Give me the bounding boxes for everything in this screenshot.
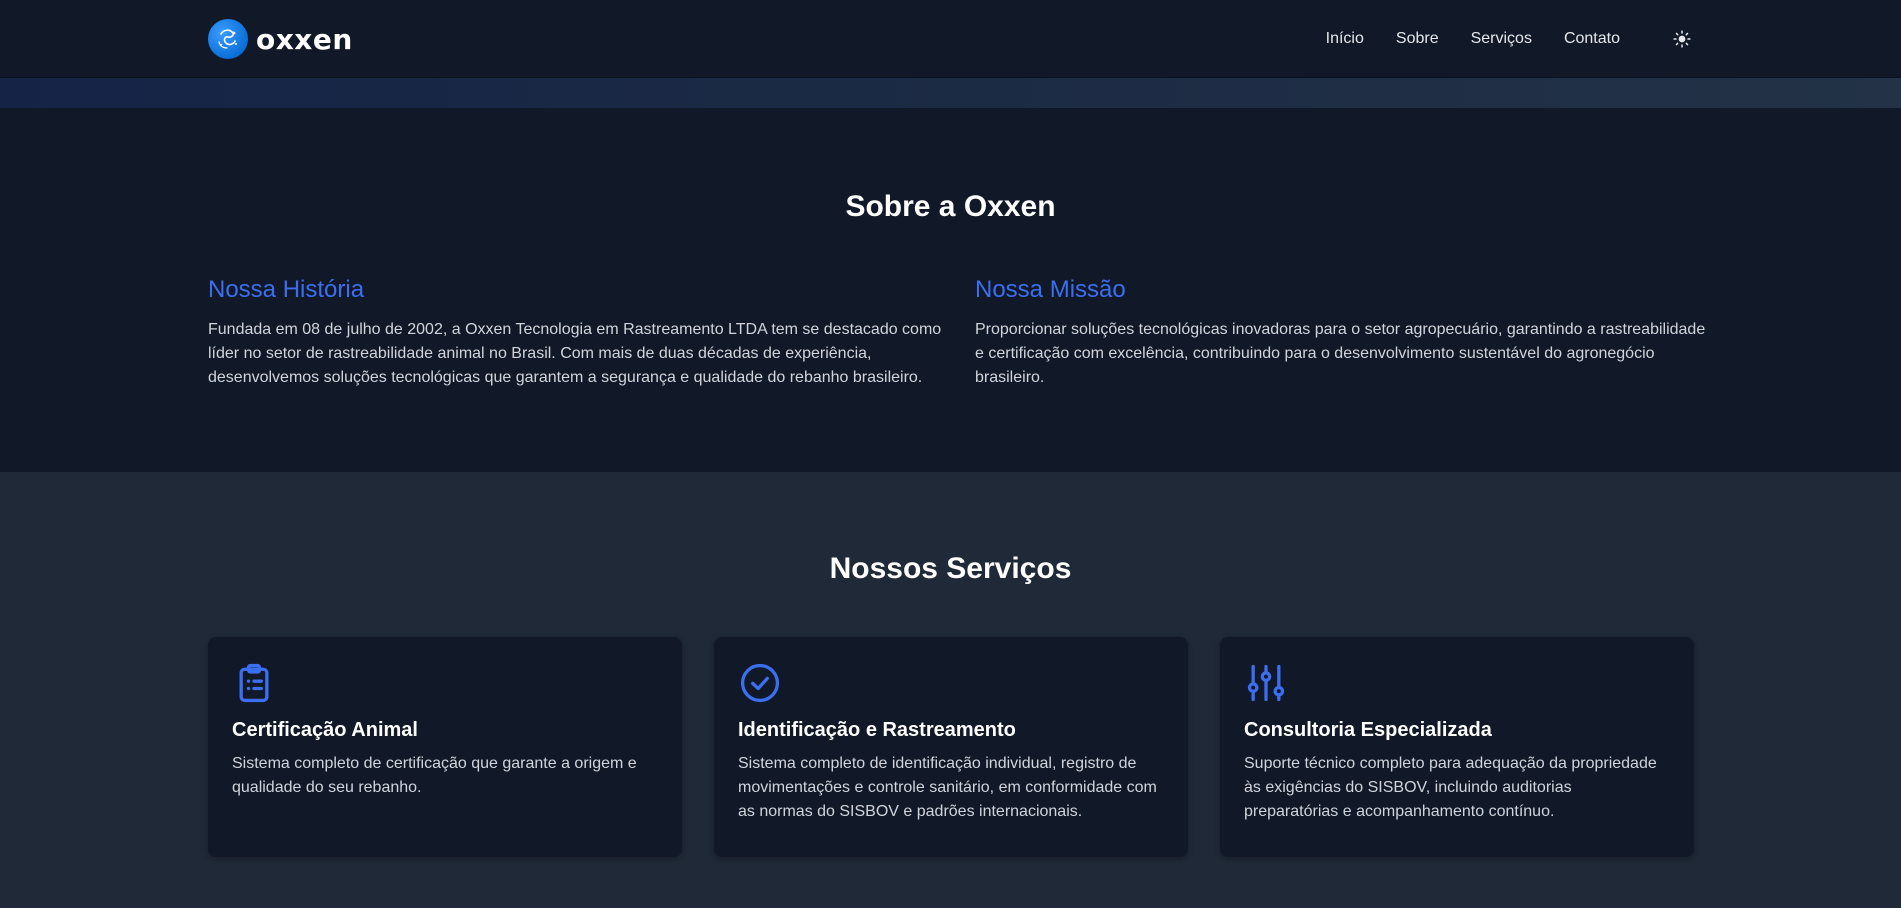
services-section: Nossos Serviços Certificação Animal Sist… — [0, 472, 1901, 908]
main-nav: Início Sobre Serviços Contato — [1326, 27, 1694, 51]
service-card-certificacao: Certificação Animal Sistema completo de … — [208, 637, 682, 857]
service-card-identificacao: Identificação e Rastreamento Sistema com… — [714, 637, 1188, 857]
nav-link-contato[interactable]: Contato — [1564, 30, 1620, 48]
history-title: Nossa História — [208, 276, 365, 303]
navbar: oxxen Início Sobre Serviços Contato — [0, 0, 1901, 78]
clipboard-list-icon — [232, 661, 276, 705]
nav-link-servicos[interactable]: Serviços — [1471, 30, 1532, 48]
service-title: Consultoria Especializada — [1244, 719, 1492, 741]
service-title: Certificação Animal — [232, 719, 418, 741]
service-title: Identificação e Rastreamento — [738, 719, 1016, 741]
mission-block: Nossa Missão Proporcionar soluções tecno… — [975, 276, 1711, 390]
service-text: Suporte técnico completo para adequação … — [1244, 755, 1657, 820]
mission-text: Proporcionar soluções tecnológicas inova… — [975, 321, 1706, 386]
services-title: Nossos Serviços — [829, 552, 1072, 585]
history-block: Nossa História Fundada em 08 de julho de… — [208, 276, 944, 390]
nav-link-inicio[interactable]: Início — [1326, 30, 1364, 48]
sun-icon — [1673, 30, 1691, 48]
navbar-inner: oxxen Início Sobre Serviços Contato — [208, 0, 1694, 78]
nav-link-sobre[interactable]: Sobre — [1396, 30, 1439, 48]
logo[interactable]: oxxen — [208, 19, 353, 59]
service-text: Sistema completo de certificação que gar… — [232, 755, 637, 796]
history-text: Fundada em 08 de julho de 2002, a Oxxen … — [208, 321, 942, 386]
oxxen-logo-icon — [208, 19, 248, 59]
logo-text: oxxen — [256, 22, 353, 56]
service-text: Sistema completo de identificação indivi… — [738, 755, 1157, 820]
check-circle-icon — [738, 661, 782, 705]
mission-title: Nossa Missão — [975, 276, 1126, 303]
hero-banner-edge — [0, 78, 1901, 108]
service-card-consultoria: Consultoria Especializada Suporte técnic… — [1220, 637, 1694, 857]
about-title: Sobre a Oxxen — [845, 190, 1056, 223]
about-section: Sobre a Oxxen Nossa História Fundada em … — [0, 108, 1901, 472]
theme-toggle-button[interactable] — [1670, 27, 1694, 51]
service-cards: Certificação Animal Sistema completo de … — [208, 637, 1694, 857]
sliders-icon — [1244, 661, 1288, 705]
